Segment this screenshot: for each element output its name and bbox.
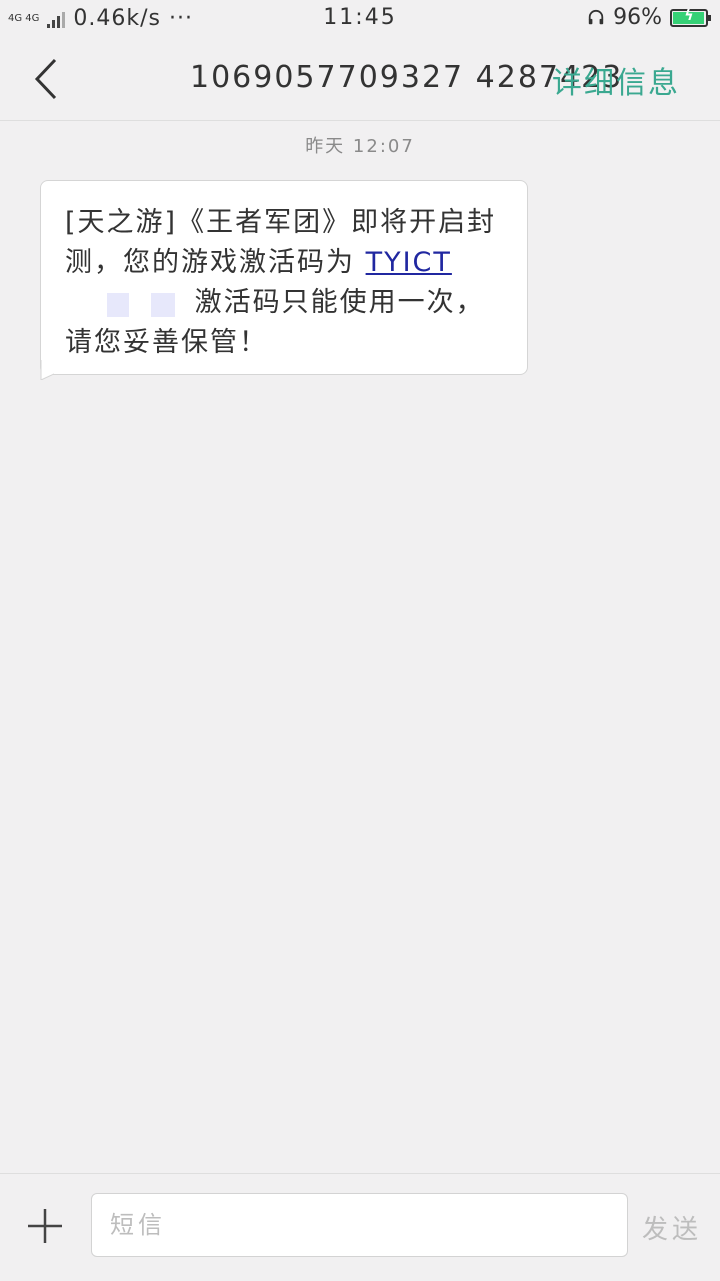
activation-code-link[interactable]: TYICT — [366, 247, 452, 278]
status-bar: 4G 4G 0.46k/s ··· 11:45 96% ϟ — [0, 0, 720, 38]
battery-percent: 96% — [613, 5, 662, 30]
details-button[interactable]: 详细信息 — [552, 58, 680, 102]
message-timestamp: 昨天 12:07 — [305, 136, 415, 157]
battery-icon: ϟ — [670, 7, 711, 27]
composer-bar: 发送 — [0, 1173, 720, 1281]
back-button[interactable] — [22, 52, 70, 106]
message-input[interactable] — [91, 1193, 628, 1257]
headset-icon — [588, 9, 604, 24]
status-right: 96% ϟ — [587, 5, 711, 30]
send-button[interactable]: 发送 — [642, 1209, 702, 1246]
charging-icon: ϟ — [684, 7, 694, 24]
bubble-tail — [40, 360, 54, 380]
add-attachment-button[interactable] — [26, 1207, 64, 1245]
battery-cap — [708, 14, 711, 21]
redacted-code — [65, 291, 175, 317]
conversation-header: 1069057709327 4287423 详细信息 — [0, 38, 720, 121]
message-bubble[interactable]: [天之游]《王者军团》即将开启封测，您的游戏激活码为 TYICT ，激活码只能使… — [40, 180, 528, 375]
chevron-left-icon — [34, 58, 57, 100]
